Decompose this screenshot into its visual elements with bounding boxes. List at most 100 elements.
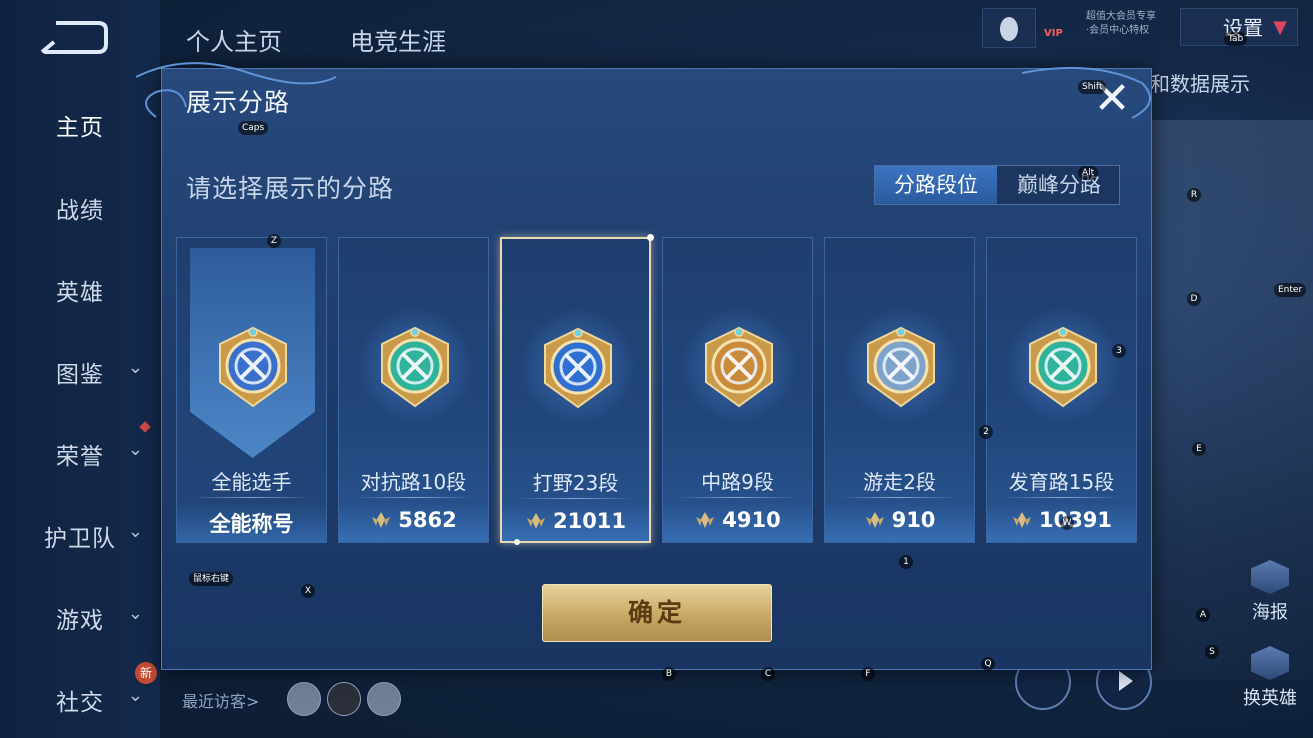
qq-button[interactable] xyxy=(982,8,1036,48)
lane-card[interactable]: 对抗路10段 5862 xyxy=(338,237,489,543)
key-hint: C xyxy=(761,667,775,681)
avatar[interactable] xyxy=(327,682,361,716)
back-arrow-icon[interactable] xyxy=(40,20,108,56)
sidebar-item-label: 主页 xyxy=(56,115,104,141)
sidebar-item-game[interactable]: 游戏 ⌄ xyxy=(0,601,160,635)
key-hint: Z xyxy=(267,234,281,248)
notification-dot xyxy=(139,421,151,433)
divider xyxy=(191,497,312,498)
avatar[interactable] xyxy=(367,682,401,716)
confirm-button[interactable]: 确定 xyxy=(542,584,772,642)
sidebar-item-label: 社交 xyxy=(56,690,104,716)
vip-label: VIP xyxy=(1044,28,1063,39)
proficiency-points-icon xyxy=(1012,512,1031,528)
key-hint: F xyxy=(861,667,875,681)
lane-name: 全能选手 xyxy=(211,470,292,494)
lane-score-value: 全能称号 xyxy=(209,512,294,536)
divider xyxy=(353,497,474,498)
dialog-subtitle: 请选择展示的分路 xyxy=(186,174,395,203)
confirm-label: 确定 xyxy=(627,598,686,627)
tab-esports-career[interactable]: 电竞生涯 xyxy=(350,22,446,57)
sidebar-item-label: 图鉴 xyxy=(56,362,104,388)
sidebar-item-heroes[interactable]: 英雄 xyxy=(0,273,160,307)
sidebar-item-label: 战绩 xyxy=(56,198,104,224)
sidebar-item-record[interactable]: 战绩 xyxy=(0,191,160,225)
lane-display-dialog: 展示分路 ✕ 请选择展示的分路 分路段位 巅峰分路 全能选手 全能称号 对抗路10段… xyxy=(135,62,1152,670)
sidebar-item-social[interactable]: 社交 ⌄ xyxy=(0,683,160,717)
lane-name: 中路9段 xyxy=(701,470,774,494)
key-hint: Enter xyxy=(1274,283,1307,297)
divider xyxy=(677,497,798,498)
recent-visitors-link[interactable]: 最近访客> xyxy=(182,688,259,712)
lane-name: 发育路15段 xyxy=(1008,470,1115,494)
lane-name: 对抗路10段 xyxy=(360,470,467,494)
all-round-emblem-icon xyxy=(219,326,287,408)
proficiency-points-icon xyxy=(696,512,715,528)
mid-lane-emblem-icon xyxy=(705,326,773,408)
lane-card[interactable]: 游走2段 910 xyxy=(824,237,975,543)
key-hint: W xyxy=(1060,516,1074,530)
lane-score-value: 10391 xyxy=(1038,508,1113,532)
lane-card[interactable]: 打野23段 21011 xyxy=(500,234,654,545)
key-hint: D xyxy=(1187,292,1201,306)
selection-corner-dot xyxy=(647,234,654,241)
lane-score: 21011 xyxy=(502,509,649,533)
roam-emblem-icon xyxy=(867,326,935,408)
key-hint: Q xyxy=(981,657,995,671)
vip-line: 超值大会员专享 xyxy=(1086,11,1156,22)
lane-card[interactable]: 发育路15段 10391 xyxy=(986,237,1137,543)
avatar[interactable] xyxy=(287,682,321,716)
key-hint: Caps xyxy=(238,121,269,135)
sidebar-item-codex[interactable]: 图鉴 ⌄ xyxy=(0,355,160,389)
chevron-down-icon: ⌄ xyxy=(127,685,144,706)
chevron-down-icon: ⌄ xyxy=(127,521,144,542)
key-hint: Tab xyxy=(1224,32,1248,46)
key-hint: 3 xyxy=(1112,344,1126,358)
segment-lane-rank[interactable]: 分路段位 xyxy=(875,166,997,204)
sidebar-item-label: 护卫队 xyxy=(44,526,116,552)
key-hint: 2 xyxy=(979,425,993,439)
key-hint: 1 xyxy=(899,555,913,569)
chevron-down-icon: ⌄ xyxy=(127,603,144,624)
vip-panel[interactable]: VIP 超值大会员专享 ·会员中心特权 xyxy=(1044,10,1176,46)
proficiency-points-icon xyxy=(865,512,884,528)
dialog-title: 展示分路 xyxy=(186,88,291,117)
change-hero-icon xyxy=(1251,646,1289,680)
key-hint: Alt xyxy=(1078,166,1099,180)
poster-button[interactable]: 海报 xyxy=(1240,560,1300,624)
data-show-label[interactable]: 和数据展示 xyxy=(1150,68,1250,97)
lane-score: 910 xyxy=(825,508,974,532)
lane-score-value: 21011 xyxy=(552,509,627,533)
key-hint: X xyxy=(301,584,315,598)
divider xyxy=(516,498,635,499)
farm-lane-emblem-icon xyxy=(1029,326,1097,408)
key-hint: A xyxy=(1196,608,1210,622)
change-hero-button[interactable]: 换英雄 xyxy=(1240,646,1300,710)
key-hint: 鼠标右键 xyxy=(189,572,234,586)
lane-name: 打野23段 xyxy=(532,471,619,495)
lane-name: 游走2段 xyxy=(863,470,936,494)
lane-score-value: 5862 xyxy=(398,508,457,532)
change-hero-label: 换英雄 xyxy=(1243,688,1297,709)
divider xyxy=(1001,497,1122,498)
lane-card[interactable]: 全能选手 全能称号 xyxy=(176,237,327,543)
sidebar-item-label: 游戏 xyxy=(56,608,104,634)
new-badge: 新 xyxy=(135,662,157,684)
sidebar-item-guard[interactable]: 护卫队 ⌄ xyxy=(0,519,160,553)
lane-score-value: 4910 xyxy=(722,508,781,532)
clash-lane-emblem-icon xyxy=(381,326,449,408)
poster-label: 海报 xyxy=(1252,602,1288,623)
chevron-down-icon: ⌄ xyxy=(127,357,144,378)
segment-peak-lane[interactable]: 巅峰分路 xyxy=(998,166,1120,204)
lane-score: 5862 xyxy=(339,508,488,532)
key-hint: Shift xyxy=(1078,80,1107,94)
sidebar-item-honor[interactable]: 荣誉 ⌄ xyxy=(0,437,160,471)
vip-line: ·会员中心特权 xyxy=(1086,25,1150,36)
tab-profile[interactable]: 个人主页 xyxy=(186,22,282,57)
selection-corner-dot xyxy=(514,539,520,545)
key-hint: B xyxy=(662,667,676,681)
lane-score: 全能称号 xyxy=(177,508,326,538)
key-hint: S xyxy=(1205,645,1219,659)
lane-score: 4910 xyxy=(663,508,812,532)
lane-card[interactable]: 中路9段 4910 xyxy=(662,237,813,543)
